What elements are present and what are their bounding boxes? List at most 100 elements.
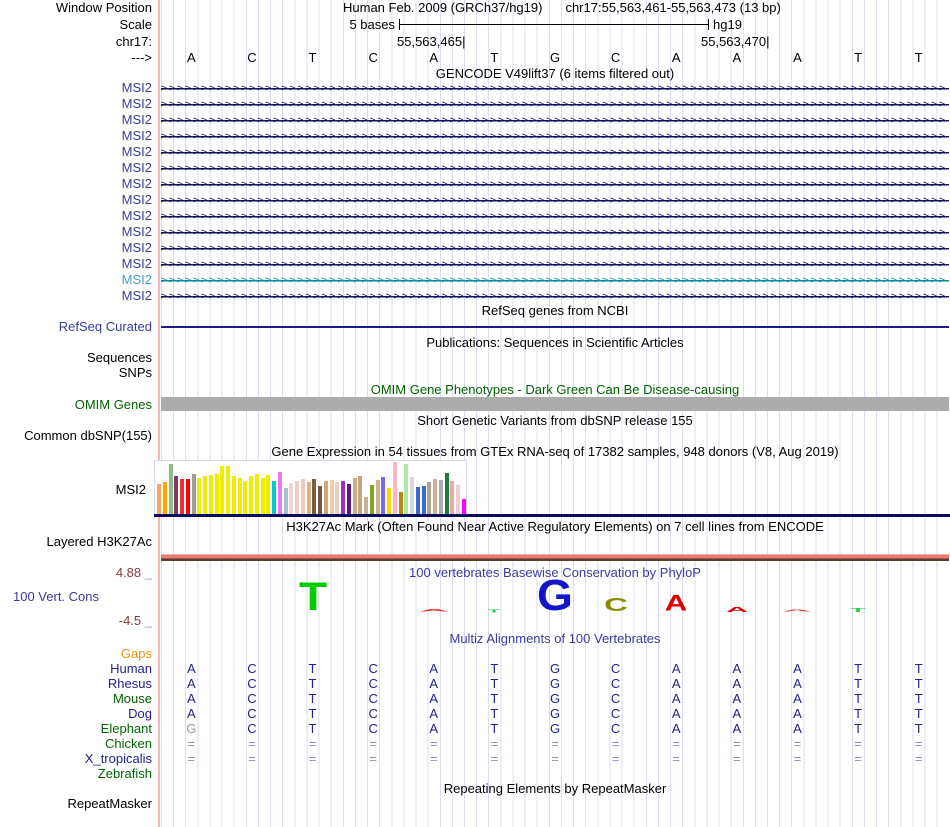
gtex-bar[interactable] (461, 499, 466, 514)
gene-transcript-row[interactable]: >>>>>>>>>>>>>>>>>>>>>>>>>>>>>>>>>>>>>>>>… (161, 97, 949, 112)
base-letter: C (610, 50, 621, 65)
refseq-gene-line[interactable] (161, 326, 949, 328)
gene-label: MSI2 (121, 288, 152, 303)
gtex-bar[interactable] (318, 486, 322, 514)
position-text: chr17:55,563,461-55,563,473 (13 bp) (565, 0, 781, 15)
gtex-bar[interactable] (231, 476, 236, 514)
assembly-text: Human Feb. 2009 (GRCh37/hg19) (343, 0, 543, 15)
gene-transcript-row[interactable]: >>>>>>>>>>>>>>>>>>>>>>>>>>>>>>>>>>>>>>>>… (161, 145, 949, 160)
gtex-bar[interactable] (364, 497, 368, 514)
gtex-bar[interactable] (260, 478, 265, 514)
dbsnp-track-title[interactable]: Short Genetic Variants from dbSNP releas… (161, 414, 949, 428)
gtex-bar[interactable] (220, 466, 225, 514)
gtex-bar[interactable] (312, 479, 317, 514)
logo-letter: T (487, 607, 501, 613)
gtex-expression-chart[interactable] (154, 460, 467, 515)
gtex-bar[interactable] (289, 483, 294, 514)
base-letter: T (854, 50, 863, 65)
gene-transcript-row[interactable]: >>>>>>>>>>>>>>>>>>>>>>>>>>>>>>>>>>>>>>>>… (161, 193, 949, 208)
alignment-letter: A (732, 721, 742, 736)
gtex-bar[interactable] (335, 482, 340, 514)
gtex-bar[interactable] (369, 485, 374, 514)
gtex-bar[interactable] (415, 487, 420, 514)
gtex-bar[interactable] (208, 475, 213, 514)
gtex-bar[interactable] (272, 481, 276, 514)
h3k27ac-track-title[interactable]: H3K27Ac Mark (Often Found Near Active Re… (161, 520, 949, 534)
gene-transcript-row[interactable]: >>>>>>>>>>>>>>>>>>>>>>>>>>>>>>>>>>>>>>>>… (161, 177, 949, 192)
gtex-bar[interactable] (456, 485, 460, 514)
gtex-bar[interactable] (185, 479, 190, 514)
gtex-bar[interactable] (323, 481, 328, 514)
gtex-bar[interactable] (341, 481, 345, 514)
gtex-bar[interactable] (283, 488, 288, 514)
gtex-bar[interactable] (214, 474, 219, 514)
gtex-bar[interactable] (243, 481, 248, 514)
gtex-bar[interactable] (387, 488, 391, 514)
gene-transcript-row[interactable]: >>>>>>>>>>>>>>>>>>>>>>>>>>>>>>>>>>>>>>>>… (161, 225, 949, 240)
gene-transcript-row[interactable]: >>>>>>>>>>>>>>>>>>>>>>>>>>>>>>>>>>>>>>>>… (161, 273, 949, 288)
multiz-track-title[interactable]: Multiz Alignments of 100 Vertebrates (161, 632, 949, 646)
gene-transcript-row[interactable]: >>>>>>>>>>>>>>>>>>>>>>>>>>>>>>>>>>>>>>>>… (161, 289, 949, 304)
gtex-bar[interactable] (266, 475, 271, 514)
publications-track-title[interactable]: Publications: Sequences in Scientific Ar… (161, 336, 949, 350)
gtex-bar[interactable] (404, 464, 409, 514)
alignment-letter: G (549, 721, 561, 736)
refseq-track-title[interactable]: RefSeq genes from NCBI (161, 304, 949, 318)
gtex-bar[interactable] (306, 482, 311, 514)
gtex-bar[interactable] (237, 478, 242, 514)
alignment-letter: T (490, 676, 499, 691)
gene-transcript-row[interactable]: >>>>>>>>>>>>>>>>>>>>>>>>>>>>>>>>>>>>>>>>… (161, 113, 949, 128)
gtex-bar[interactable] (157, 484, 161, 514)
gtex-bar[interactable] (392, 462, 397, 514)
gtex-bar[interactable] (421, 486, 426, 514)
gene-transcript-row[interactable]: >>>>>>>>>>>>>>>>>>>>>>>>>>>>>>>>>>>>>>>>… (161, 241, 949, 256)
alignment-letter: C (368, 706, 378, 721)
gtex-bar[interactable] (329, 480, 334, 514)
gtex-bar[interactable] (203, 476, 207, 514)
gtex-bar[interactable] (300, 479, 305, 514)
repeatmasker-track-title[interactable]: Repeating Elements by RepeatMasker (161, 782, 949, 796)
gtex-bar[interactable] (249, 476, 253, 514)
gtex-bar[interactable] (168, 464, 173, 514)
gtex-bar[interactable] (410, 477, 414, 514)
omim-gene-bar[interactable] (161, 397, 949, 411)
gene-transcript-row[interactable]: >>>>>>>>>>>>>>>>>>>>>>>>>>>>>>>>>>>>>>>>… (161, 209, 949, 224)
gtex-bar[interactable] (352, 478, 357, 514)
gtex-bar[interactable] (180, 479, 184, 514)
alignment-letter: = (187, 736, 196, 751)
gtex-bar[interactable] (254, 474, 259, 514)
alignment-letter: = (308, 751, 317, 766)
alignment-letter: C (610, 721, 621, 736)
gtex-bar[interactable] (226, 466, 230, 514)
gtex-bar[interactable] (450, 481, 455, 514)
gene-transcript-row[interactable]: >>>>>>>>>>>>>>>>>>>>>>>>>>>>>>>>>>>>>>>>… (161, 129, 949, 144)
gene-transcript-row[interactable]: >>>>>>>>>>>>>>>>>>>>>>>>>>>>>>>>>>>>>>>>… (161, 81, 949, 96)
gtex-bar[interactable] (375, 480, 380, 514)
gtex-bar[interactable] (381, 477, 386, 514)
h3k27ac-signal-band[interactable] (161, 554, 949, 561)
omim-track-title[interactable]: OMIM Gene Phenotypes - Dark Green Can Be… (161, 383, 949, 397)
gtex-bar[interactable] (427, 482, 432, 514)
base-letter: G (549, 50, 561, 65)
gtex-bar[interactable] (295, 481, 299, 514)
gtex-bar[interactable] (438, 480, 443, 514)
gtex-bar[interactable] (398, 492, 403, 514)
gtex-track-title[interactable]: Gene Expression in 54 tissues from GTEx … (161, 445, 949, 459)
gtex-bar[interactable] (444, 473, 449, 514)
gtex-bar[interactable] (174, 476, 179, 514)
gene-transcript-row[interactable]: >>>>>>>>>>>>>>>>>>>>>>>>>>>>>>>>>>>>>>>>… (161, 161, 949, 176)
gtex-bar[interactable] (197, 478, 202, 514)
alignment-letter: T (854, 661, 863, 676)
gene-transcript-row[interactable]: >>>>>>>>>>>>>>>>>>>>>>>>>>>>>>>>>>>>>>>>… (161, 257, 949, 272)
left-guideline (158, 0, 160, 827)
gtex-bar[interactable] (433, 479, 437, 514)
gtex-bar[interactable] (346, 484, 351, 514)
alignment-letter: T (914, 691, 923, 706)
gene-label: MSI2 (121, 224, 152, 239)
strand-arrow-label: ---> (131, 50, 152, 65)
gencode-track-title[interactable]: GENCODE V49lift37 (6 items filtered out) (161, 67, 949, 81)
gtex-bar[interactable] (358, 476, 363, 514)
gtex-bar[interactable] (162, 482, 167, 514)
gtex-bar[interactable] (277, 472, 282, 514)
gtex-bar[interactable] (191, 474, 196, 514)
